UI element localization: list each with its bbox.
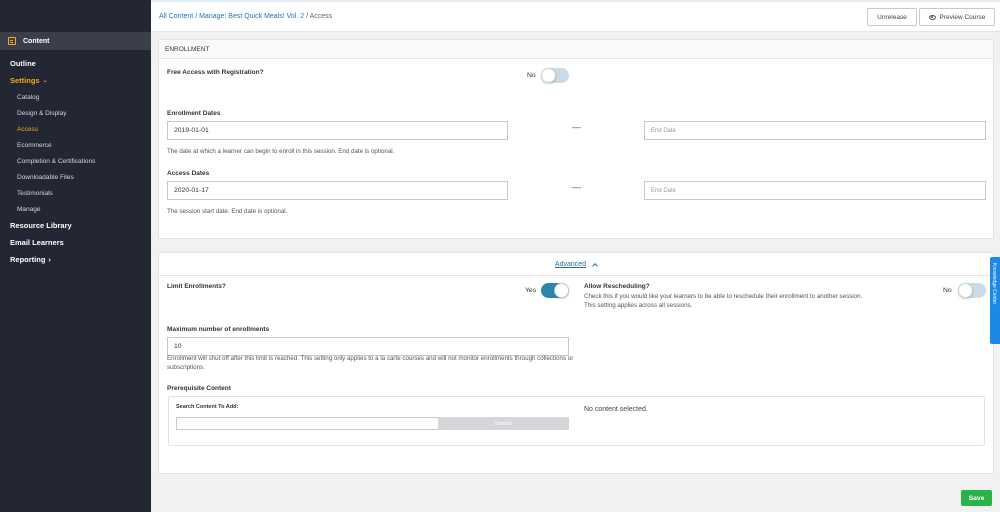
sidebar-item-resource-library[interactable]: Resource Library — [0, 217, 151, 234]
sidebar-logo-area — [0, 0, 151, 32]
free-access-label: Free Access with Registration? — [167, 69, 264, 76]
enrollment-header: ENROLLMENT — [159, 40, 993, 59]
sidebar-sub-completion[interactable]: Completion & Certifications — [0, 153, 151, 169]
sidebar-item-reporting[interactable]: Reporting › — [0, 251, 151, 268]
breadcrumb-all-content[interactable]: All Content — [159, 13, 193, 20]
sidebar-sub-ecommerce[interactable]: Ecommerce — [0, 137, 151, 153]
sidebar-item-content[interactable]: Content — [0, 32, 151, 50]
enrollment-start-date-input[interactable]: 2019-01-01 — [167, 121, 508, 140]
save-button[interactable]: Save — [961, 490, 992, 506]
prerequisite-content-box: Search Content To Add: Search No content… — [168, 396, 985, 446]
allow-rescheduling-help: Check this if you would like your learne… — [584, 293, 863, 309]
top-bar: All Content / Manage: Best Quick Meals! … — [151, 0, 1000, 32]
sidebar-sub-design-display[interactable]: Design & Display — [0, 105, 151, 121]
allow-rescheduling-label: Allow Rescheduling? — [584, 283, 650, 290]
enrollment-panel: ENROLLMENT Free Access with Registration… — [158, 39, 994, 239]
breadcrumb-current: Access — [309, 13, 333, 20]
toggle-knob — [958, 283, 973, 298]
sidebar-sub-access[interactable]: Access — [0, 121, 151, 137]
preview-course-button[interactable]: Preview Course — [919, 8, 995, 26]
unrelease-button[interactable]: Unrelease — [867, 8, 917, 26]
breadcrumb-manage[interactable]: Manage: Best Quick Meals! Vol. 2 — [199, 13, 304, 20]
sidebar-sub-catalog[interactable]: Catalog — [0, 89, 151, 105]
sidebar-sub-downloadable-files[interactable]: Downloadable Files — [0, 169, 151, 185]
access-start-date-input[interactable]: 2020-01-17 — [167, 181, 508, 200]
knowledge-center-tab[interactable]: Knowledge Center — [990, 257, 1000, 344]
sidebar-item-label: Content — [23, 37, 50, 45]
enrollment-end-date-input[interactable]: End Date — [644, 121, 986, 140]
max-enrollments-help: Enrollment will shut off after this limi… — [167, 355, 574, 371]
eye-icon — [928, 14, 936, 20]
sidebar-item-settings[interactable]: Settings ⌄ — [0, 72, 151, 89]
limit-enrollments-label: Limit Enrollments? — [167, 283, 226, 290]
free-access-toggle[interactable] — [541, 68, 569, 83]
no-content-text: No content selected. — [584, 406, 648, 413]
sidebar-item-outline[interactable]: Outline — [0, 55, 151, 72]
search-content-label: Search Content To Add: — [176, 404, 239, 410]
limit-enrollments-toggle[interactable] — [541, 283, 569, 298]
prerequisite-content-label: Prerequisite Content — [167, 385, 231, 392]
max-enrollments-label: Maximum number of enrollments — [167, 326, 270, 333]
search-button[interactable]: Search — [438, 417, 569, 430]
chevron-right-icon: › — [48, 255, 51, 264]
access-dates-label: Access Dates — [167, 170, 210, 177]
date-range-dash: — — [572, 122, 581, 132]
chevron-up-icon — [592, 262, 598, 269]
free-access-value: No — [527, 72, 536, 79]
breadcrumb: All Content / Manage: Best Quick Meals! … — [159, 13, 332, 20]
access-dates-help: The session start date. End date is opti… — [167, 208, 288, 215]
date-range-dash: — — [572, 182, 581, 192]
sidebar: Content Outline Settings ⌄ Catalog Desig… — [0, 0, 151, 512]
advanced-toggle[interactable]: Advanced — [159, 253, 993, 276]
chevron-down-icon: ⌄ — [42, 78, 48, 84]
sidebar-sub-manage[interactable]: Manage — [0, 201, 151, 217]
enrollment-dates-label: Enrollment Dates — [167, 110, 221, 117]
advanced-panel: Advanced Limit Enrollments? Yes Allow Re… — [158, 252, 994, 474]
toggle-knob — [554, 283, 569, 298]
sidebar-sub-testimonials[interactable]: Testimonials — [0, 185, 151, 201]
access-end-date-input[interactable]: End Date — [644, 181, 986, 200]
sidebar-item-label: Reporting — [10, 255, 46, 264]
sidebar-item-label: Settings — [10, 76, 40, 85]
limit-enrollments-value: Yes — [525, 287, 537, 294]
sidebar-item-email-learners[interactable]: Email Learners — [0, 234, 151, 251]
content-icon — [8, 37, 16, 45]
knowledge-center-label: Knowledge Center — [991, 263, 997, 305]
preview-course-label: Preview Course — [939, 13, 986, 21]
allow-rescheduling-toggle[interactable] — [958, 283, 986, 298]
search-content-input[interactable] — [176, 417, 439, 430]
advanced-label: Advanced — [554, 260, 587, 268]
toggle-knob — [541, 68, 556, 83]
allow-rescheduling-value: No — [943, 287, 952, 294]
enrollment-dates-help: The date at which a learner can begin to… — [167, 148, 395, 155]
